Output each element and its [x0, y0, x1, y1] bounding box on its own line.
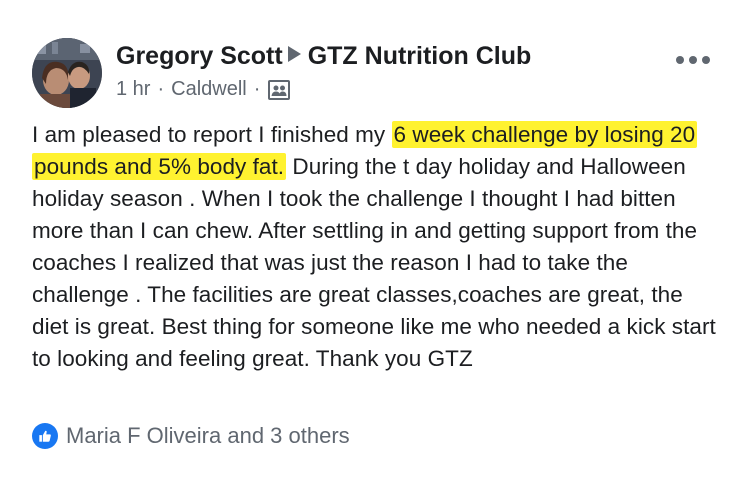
- author-name[interactable]: Gregory Scott: [116, 42, 283, 70]
- more-dot: [676, 56, 684, 64]
- group-name[interactable]: GTZ Nutrition Club: [308, 42, 532, 70]
- avatar-photo: [32, 38, 102, 108]
- more-dot: [702, 56, 710, 64]
- meta-separator: ·: [253, 78, 261, 100]
- post-timestamp[interactable]: 1 hr: [116, 78, 150, 101]
- facebook-post: Gregory Scott GTZ Nutrition Club 1 hr · C…: [0, 0, 748, 494]
- meta-separator: ·: [157, 78, 165, 100]
- author-avatar[interactable]: [32, 38, 102, 108]
- shared-to-arrow-icon: [287, 46, 301, 62]
- post-text-intro: I am pleased to report I finished my: [32, 122, 392, 147]
- group-audience-icon[interactable]: [268, 79, 291, 100]
- more-dot: [689, 56, 697, 64]
- reactions-summary[interactable]: Maria F Oliveira and 3 others: [32, 423, 350, 449]
- post-meta: 1 hr · Caldwell ·: [116, 78, 291, 101]
- post-location[interactable]: Caldwell: [171, 78, 247, 101]
- like-icon: [32, 423, 58, 449]
- reaction-names: Maria F Oliveira and 3 others: [66, 423, 350, 448]
- post-text-rest: During the t day holiday and Halloween h…: [32, 154, 716, 371]
- more-options-icon[interactable]: [676, 52, 710, 68]
- post-body: I am pleased to report I finished my 6 w…: [32, 119, 722, 375]
- post-header: Gregory Scott GTZ Nutrition Club: [116, 42, 531, 71]
